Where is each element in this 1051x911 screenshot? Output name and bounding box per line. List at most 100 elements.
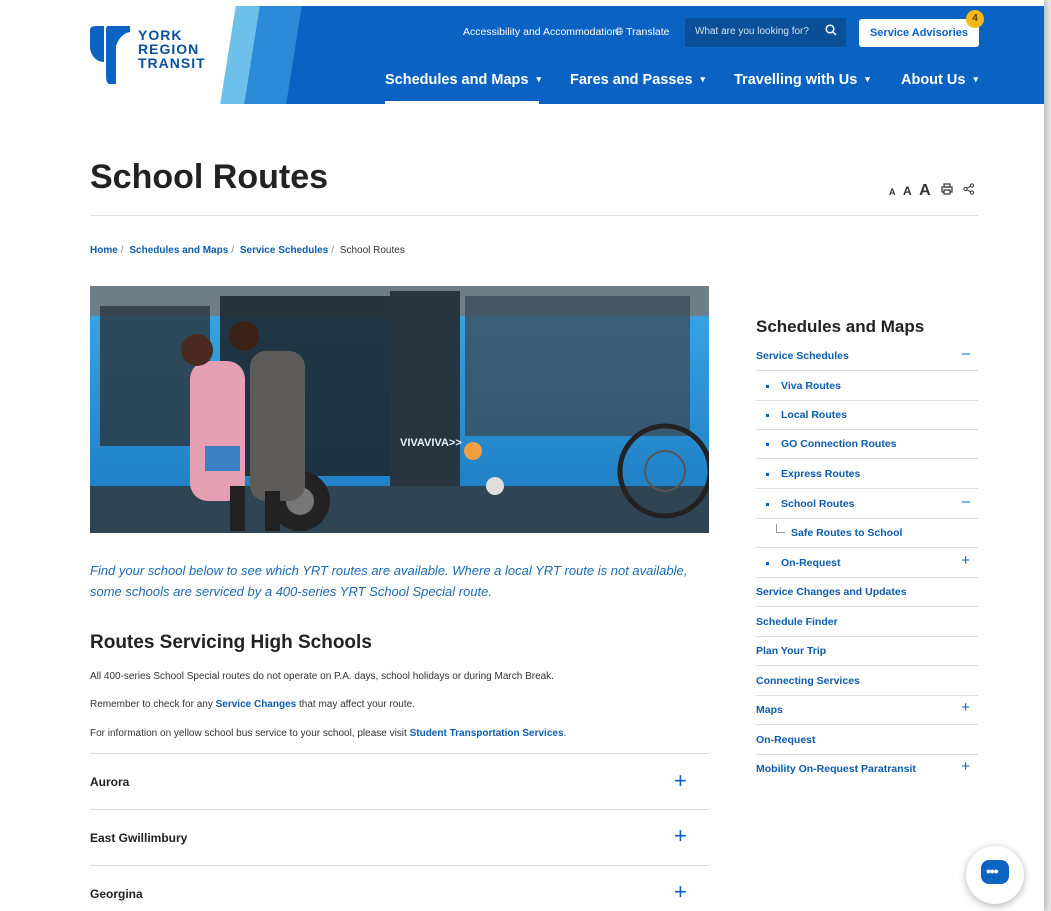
sidebar-item-school-routes[interactable]: School Routes – [756, 489, 978, 519]
sidebar-item-service-changes[interactable]: Service Changes and Updates [756, 577, 978, 607]
title-divider [90, 215, 978, 216]
collapse-minus-icon[interactable]: – [962, 345, 970, 362]
translate-link[interactable]: 🌐︎ Translate [615, 26, 670, 39]
sidebar-item-viva-routes[interactable]: Viva Routes [756, 371, 978, 401]
logo-line: REGION [138, 41, 200, 57]
expand-plus-icon[interactable]: + [961, 758, 970, 775]
page-title: School Routes [90, 158, 329, 196]
accordion-aurora[interactable]: Aurora [90, 775, 129, 789]
logo-mark-icon [90, 26, 130, 84]
active-nav-indicator [385, 101, 539, 104]
expand-plus-icon[interactable]: + [674, 881, 687, 903]
text: that may affect your route. [296, 699, 415, 710]
accordion-divider [90, 809, 709, 810]
sidebar-item-local-routes[interactable]: Local Routes [756, 400, 978, 430]
section-heading: Routes Servicing High Schools [90, 632, 372, 653]
breadcrumb-current: School Routes [339, 245, 405, 256]
sidebar-item-label: Connecting Services [756, 675, 860, 687]
collapse-minus-icon[interactable]: – [962, 493, 970, 510]
service-advisories-button[interactable]: Service Advisories [859, 19, 979, 47]
nav-label: Fares and Passes [570, 72, 693, 88]
logo-line: TRANSIT [138, 55, 206, 71]
text: . [563, 728, 567, 739]
expand-plus-icon[interactable]: + [674, 825, 687, 847]
sidebar-item-label: Local Routes [781, 409, 847, 421]
logo-text: YORK REGION TRANSIT [138, 28, 206, 70]
tree-branch-icon [776, 524, 785, 533]
hero-image: VIVAVIVA>> [90, 286, 709, 533]
sidebar-item-label: On-Request [756, 734, 816, 746]
text-size-large-button[interactable]: A [919, 182, 931, 199]
chat-button[interactable]: ••• [966, 846, 1024, 904]
sidebar-item-on-request-sub[interactable]: On-Request + [756, 548, 978, 578]
bullet-icon [766, 414, 769, 417]
sidebar-item-label: On-Request [781, 557, 841, 569]
svg-text:VIVAVIVA>>: VIVAVIVA>> [400, 437, 462, 449]
service-changes-link[interactable]: Service Changes [216, 699, 297, 710]
nav-fares-and-passes[interactable]: Fares and Passes ▾ [570, 72, 705, 88]
sidebar-item-safe-routes-to-school[interactable]: Safe Routes to School [756, 518, 978, 548]
text-size-small-button[interactable]: A [889, 187, 896, 197]
sidebar-item-service-schedules[interactable]: Service Schedules – [756, 341, 978, 371]
chat-dots-icon: ••• [986, 863, 999, 879]
share-icon[interactable] [962, 182, 975, 199]
sidebar-item-maps[interactable]: Maps + [756, 695, 978, 725]
nav-schedules-and-maps[interactable]: Schedules and Maps ▾ [385, 72, 541, 88]
bullet-icon [766, 562, 769, 565]
translate-label: Translate [626, 26, 670, 38]
sidebar-item-go-connection-routes[interactable]: GO Connection Routes [756, 429, 978, 459]
breadcrumb-schedules-and-maps[interactable]: Schedules and Maps [129, 245, 228, 256]
accessibility-link[interactable]: Accessibility and Accommodation [463, 26, 618, 38]
globe-icon: 🌐︎ [615, 26, 624, 38]
site-header: YORK REGION TRANSIT Accessibility and Ac… [0, 6, 1044, 104]
paragraph-service-changes: Remember to check for any Service Change… [90, 699, 415, 710]
sidebar-item-connecting-services[interactable]: Connecting Services [756, 666, 978, 696]
text: For information on yellow school bus ser… [90, 728, 410, 739]
sidebar-item-label: Mobility On-Request Paratransit [756, 763, 916, 775]
sidebar-item-mobility-on-request[interactable]: Mobility On-Request Paratransit + [756, 754, 978, 783]
accordion-divider [90, 753, 709, 754]
search-placeholder: What are you looking for? [695, 26, 809, 37]
expand-plus-icon[interactable]: + [961, 552, 970, 569]
page-tools: A A A [889, 182, 975, 200]
sidebar-item-label: Service Schedules [756, 350, 849, 362]
nav-label: Travelling with Us [734, 72, 858, 88]
breadcrumb-service-schedules[interactable]: Service Schedules [240, 245, 328, 256]
accordion-divider [90, 865, 709, 866]
bullet-icon [766, 385, 769, 388]
bullet-icon [766, 503, 769, 506]
sidebar-item-express-routes[interactable]: Express Routes [756, 459, 978, 489]
bullet-icon [766, 443, 769, 446]
sidebar-item-plan-your-trip[interactable]: Plan Your Trip [756, 636, 978, 666]
student-transportation-link[interactable]: Student Transportation Services [410, 728, 564, 739]
breadcrumb: Home / Schedules and Maps / Service Schedu… [90, 245, 405, 256]
nav-about-us[interactable]: About Us ▾ [901, 72, 978, 88]
sidebar-item-label: Maps [756, 704, 783, 716]
search-input[interactable]: What are you looking for? [685, 18, 846, 47]
print-icon[interactable] [941, 182, 957, 199]
page: YORK REGION TRANSIT Accessibility and Ac… [0, 0, 1044, 911]
sidebar-item-label: GO Connection Routes [781, 438, 897, 450]
nav-label: About Us [901, 72, 966, 88]
accordion-georgina[interactable]: Georgina [90, 887, 143, 901]
breadcrumb-home[interactable]: Home [90, 245, 118, 256]
sidebar-item-label: Safe Routes to School [791, 527, 903, 539]
expand-plus-icon[interactable]: + [961, 699, 970, 716]
sidebar-item-label: Viva Routes [781, 380, 841, 392]
sidebar-item-on-request[interactable]: On-Request [756, 725, 978, 755]
sidebar-item-label: School Routes [781, 498, 855, 510]
nav-travelling-with-us[interactable]: Travelling with Us ▾ [734, 72, 870, 88]
accordion-east-gwillimbury[interactable]: East Gwillimbury [90, 831, 187, 845]
advisories-count-badge: 4 [966, 10, 984, 28]
intro-text: Find your school below to see which YRT … [90, 563, 688, 599]
caret-down-icon: ▾ [536, 74, 541, 84]
text-size-medium-button[interactable]: A [903, 184, 912, 198]
sidebar-item-schedule-finder[interactable]: Schedule Finder [756, 607, 978, 637]
sidebar-title: Schedules and Maps [756, 317, 925, 336]
caret-down-icon: ▾ [973, 74, 978, 84]
bullet-icon [766, 473, 769, 476]
expand-plus-icon[interactable]: + [674, 770, 687, 792]
caret-down-icon: ▾ [700, 74, 706, 84]
search-icon[interactable] [825, 24, 837, 39]
sidebar-item-label: Express Routes [781, 468, 861, 480]
